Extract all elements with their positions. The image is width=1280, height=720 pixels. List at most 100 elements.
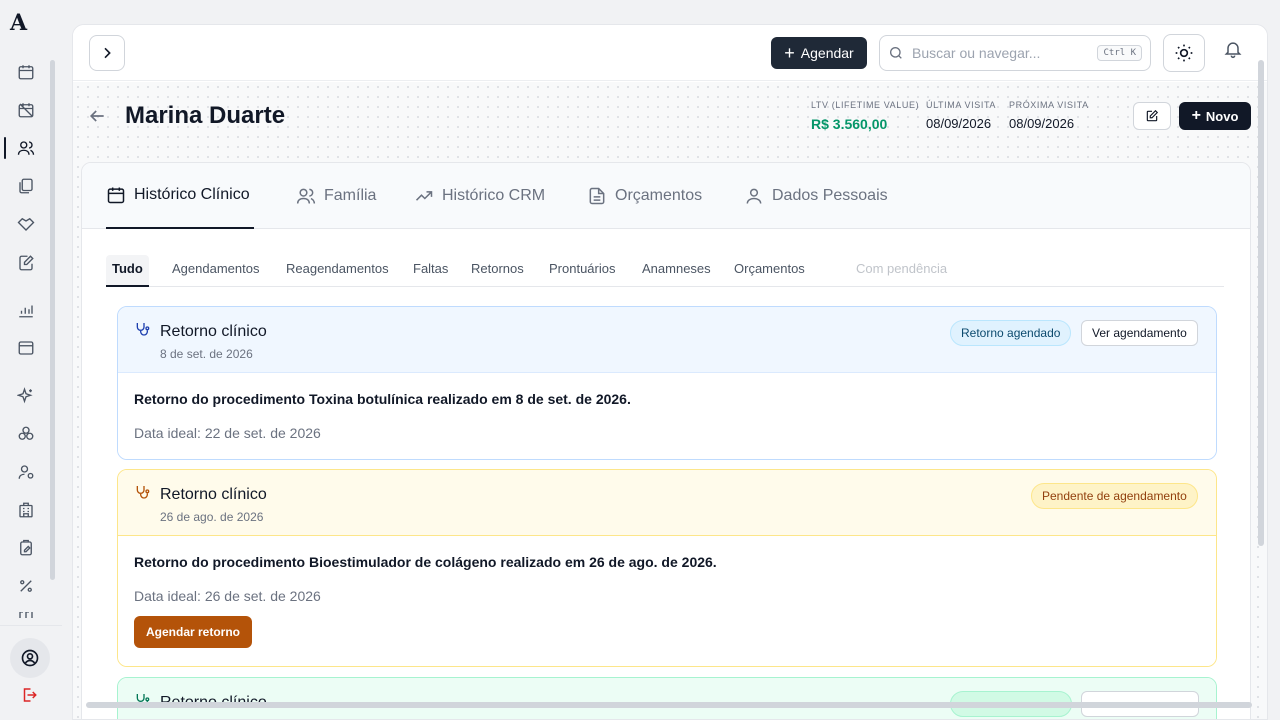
active-indicator [4, 137, 6, 159]
user-cog-icon[interactable] [14, 460, 38, 484]
retorno-card-header: Retorno clínico 8 de set. de 2026 Retorn… [118, 307, 1216, 372]
retorno-ideal-date: Data ideal: 26 de set. de 2026 [134, 588, 321, 604]
retorno-date: 26 de ago. de 2026 [160, 510, 264, 524]
retorno-card-header: Retorno clínico 26 de ago. de 2026 Pende… [118, 470, 1216, 535]
retorno-card: Retorno clínico [117, 677, 1217, 719]
subtab-orcamentos[interactable]: Orçamentos [734, 255, 805, 287]
back-arrow-icon[interactable] [87, 106, 107, 131]
retorno-card-body: Retorno do procedimento Bioestimulador d… [118, 535, 1216, 666]
topbar: + Agendar Buscar ou navegar... Ctrl K [73, 25, 1267, 81]
status-badge: Pendente de agendamento [1031, 483, 1198, 509]
last-visit-stat: ÚLTIMA VISITA 08/09/2026 [926, 100, 996, 131]
sun-icon [1175, 44, 1193, 62]
currency-icon[interactable] [14, 612, 38, 624]
bell-icon[interactable] [1223, 39, 1243, 64]
users-icon [296, 188, 316, 204]
tab-familia[interactable]: Família [296, 163, 376, 229]
file-text-icon [589, 187, 605, 205]
retorno-title: Retorno clínico [160, 323, 267, 340]
status-badge: Retorno agendado [950, 320, 1072, 346]
calendar-icon[interactable] [14, 60, 38, 84]
last-visit-value: 08/09/2026 [926, 116, 992, 131]
logout-icon[interactable] [20, 686, 38, 709]
tab-label: Histórico CRM [442, 187, 546, 204]
agendar-retorno-button[interactable]: Agendar retorno [134, 616, 253, 648]
subtab-tudo[interactable]: Tudo [106, 255, 149, 287]
novo-label: Novo [1205, 108, 1239, 124]
retorno-title: Retorno clínico [160, 486, 267, 503]
retorno-ideal-date: Data ideal: 22 de set. de 2026 [134, 425, 321, 441]
users-icon[interactable] [14, 136, 38, 160]
left-rail: A [0, 0, 62, 720]
retorno-card-header: Retorno clínico [118, 678, 1216, 719]
next-visit-label: PRÓXIMA VISITA [1009, 100, 1089, 110]
retorno-date: 8 de set. de 2026 [160, 347, 253, 361]
plus-icon: + [784, 43, 795, 63]
tab-historico-crm[interactable]: Histórico CRM [414, 163, 545, 229]
expand-sidebar-button[interactable] [89, 35, 125, 71]
trending-up-icon [415, 191, 433, 201]
retorno-description: Retorno do procedimento Bioestimulador d… [134, 554, 717, 570]
calendar-off-icon[interactable] [14, 98, 38, 122]
search-icon [890, 47, 902, 59]
subtab-com-pendencia[interactable]: Com pendência [856, 255, 947, 287]
inbox-icon[interactable] [14, 336, 38, 360]
handshake-icon[interactable] [14, 212, 38, 236]
subtab-prontuarios[interactable]: Prontuários [549, 255, 615, 287]
tab-orcamentos[interactable]: Orçamentos [587, 163, 702, 229]
novo-button[interactable]: + Novo [1179, 102, 1251, 130]
subtab-anamneses[interactable]: Anamneses [642, 255, 711, 287]
last-visit-label: ÚLTIMA VISITA [926, 100, 996, 110]
files-icon[interactable] [14, 174, 38, 198]
search-placeholder: Buscar ou navegar... [912, 45, 1041, 61]
app-logo[interactable]: A [10, 10, 27, 36]
subtab-agendamentos[interactable]: Agendamentos [172, 255, 259, 287]
retorno-card-body: Retorno do procedimento Toxina botulínic… [118, 372, 1216, 459]
ltv-value: R$ 3.560,00 [811, 116, 888, 132]
retorno-card: Retorno clínico 8 de set. de 2026 Retorn… [117, 306, 1217, 460]
ltv-label: LTV (LIFETIME VALUE) [811, 100, 920, 110]
stethoscope-icon [134, 484, 150, 505]
percent-icon[interactable] [14, 574, 38, 598]
stethoscope-icon [134, 321, 150, 342]
boxes-icon[interactable] [14, 422, 38, 446]
edit-doc-icon[interactable] [14, 251, 38, 275]
ltv-stat: LTV (LIFETIME VALUE) R$ 3.560,00 [811, 100, 919, 132]
tab-label: Orçamentos [615, 187, 703, 204]
tab-label: Família [324, 187, 377, 204]
sidebar-divider [0, 625, 62, 626]
page-vertical-scrollbar[interactable] [1258, 60, 1264, 546]
ver-agendamento-button[interactable]: Ver agendamento [1081, 320, 1198, 346]
retorno-description: Retorno do procedimento Toxina botulínic… [134, 391, 631, 407]
tab-label: Dados Pessoais [772, 187, 888, 204]
chevron-right-icon [104, 47, 111, 59]
agendar-label: Agendar [800, 45, 854, 61]
subtab-retornos[interactable]: Retornos [471, 255, 524, 287]
search-input[interactable]: Buscar ou navegar... Ctrl K [879, 35, 1151, 71]
subtab-reagendamentos[interactable]: Reagendamentos [286, 255, 389, 287]
patient-name: Marina Duarte [125, 102, 286, 129]
tab-label: Histórico Clínico [134, 186, 250, 203]
user-profile-button[interactable] [10, 638, 50, 678]
next-visit-value: 08/09/2026 [1009, 116, 1075, 131]
tab-historico-clinico[interactable]: Histórico Clínico [106, 163, 254, 229]
retorno-card: Retorno clínico 26 de ago. de 2026 Pende… [117, 469, 1217, 667]
subtab-faltas[interactable]: Faltas [413, 255, 448, 287]
user-circle-icon [21, 649, 39, 667]
theme-toggle-button[interactable] [1163, 34, 1205, 72]
edit-patient-button[interactable] [1133, 102, 1171, 130]
sidebar-scrollbar[interactable] [50, 60, 55, 580]
main-panel: + Agendar Buscar ou navegar... Ctrl K Ma… [72, 24, 1268, 720]
main-tabs: Histórico Clínico Família Histórico CRM … [82, 163, 1250, 229]
tab-dados-pessoais[interactable]: Dados Pessoais [744, 163, 888, 229]
pencil-square-icon [1146, 109, 1159, 122]
patient-content: Marina Duarte LTV (LIFETIME VALUE) R$ 3.… [73, 82, 1267, 719]
page-horizontal-scrollbar[interactable] [86, 702, 1252, 708]
next-visit-stat: PRÓXIMA VISITA 08/09/2026 [1009, 100, 1089, 131]
sparkles-icon[interactable] [14, 384, 38, 408]
chart-icon[interactable] [14, 298, 38, 322]
building-icon[interactable] [14, 498, 38, 522]
agendar-button[interactable]: + Agendar [771, 37, 867, 69]
plus-icon: + [1191, 107, 1201, 124]
clipboard-edit-icon[interactable] [14, 536, 38, 560]
